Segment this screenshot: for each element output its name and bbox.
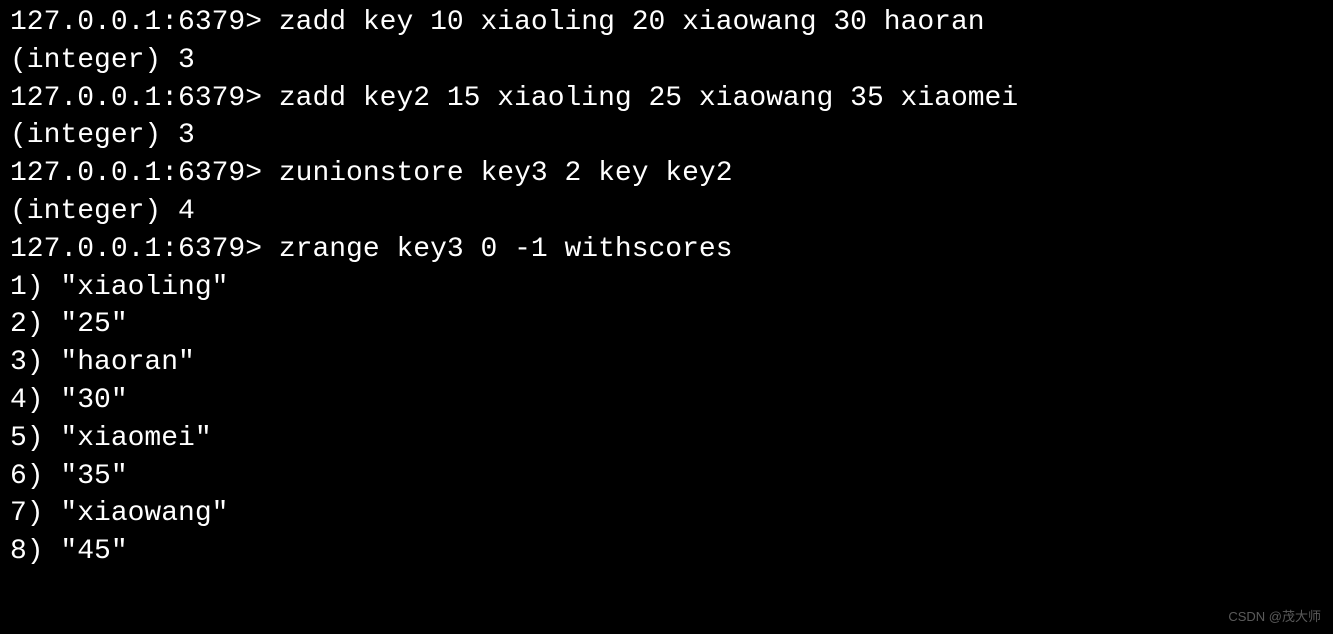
watermark-text: CSDN @茂大师 bbox=[1228, 608, 1321, 626]
terminal-command-text: zadd key 10 xiaoling 20 xiaowang 30 haor… bbox=[279, 7, 985, 38]
terminal-output-text: (integer) 3 bbox=[10, 120, 195, 151]
terminal-output-text: 2) "25" bbox=[10, 309, 128, 340]
terminal-output[interactable]: 127.0.0.1:6379> zadd key 10 xiaoling 20 … bbox=[10, 4, 1323, 571]
terminal-output-line: 4) "30" bbox=[10, 382, 1323, 420]
terminal-output-line: 2) "25" bbox=[10, 306, 1323, 344]
terminal-command-line: 127.0.0.1:6379> zadd key 10 xiaoling 20 … bbox=[10, 4, 1323, 42]
terminal-output-text: 7) "xiaowang" bbox=[10, 498, 228, 529]
terminal-output-line: 6) "35" bbox=[10, 458, 1323, 496]
terminal-output-text: 6) "35" bbox=[10, 461, 128, 492]
terminal-command-line: 127.0.0.1:6379> zadd key2 15 xiaoling 25… bbox=[10, 80, 1323, 118]
terminal-command-text: zunionstore key3 2 key key2 bbox=[279, 158, 733, 189]
terminal-output-line: 8) "45" bbox=[10, 533, 1323, 571]
terminal-command-line: 127.0.0.1:6379> zunionstore key3 2 key k… bbox=[10, 155, 1323, 193]
terminal-output-text: 5) "xiaomei" bbox=[10, 423, 212, 454]
terminal-output-text: 1) "xiaoling" bbox=[10, 272, 228, 303]
terminal-prompt: 127.0.0.1:6379> bbox=[10, 234, 279, 265]
terminal-command-text: zadd key2 15 xiaoling 25 xiaowang 35 xia… bbox=[279, 83, 1018, 114]
terminal-output-text: (integer) 4 bbox=[10, 196, 195, 227]
terminal-prompt: 127.0.0.1:6379> bbox=[10, 7, 279, 38]
terminal-command-line: 127.0.0.1:6379> zrange key3 0 -1 withsco… bbox=[10, 231, 1323, 269]
terminal-output-line: (integer) 4 bbox=[10, 193, 1323, 231]
terminal-output-line: 1) "xiaoling" bbox=[10, 269, 1323, 307]
terminal-output-text: (integer) 3 bbox=[10, 45, 195, 76]
terminal-output-text: 8) "45" bbox=[10, 536, 128, 567]
terminal-output-line: 3) "haoran" bbox=[10, 344, 1323, 382]
terminal-output-line: (integer) 3 bbox=[10, 42, 1323, 80]
terminal-output-text: 3) "haoran" bbox=[10, 347, 195, 378]
terminal-output-line: (integer) 3 bbox=[10, 117, 1323, 155]
terminal-prompt: 127.0.0.1:6379> bbox=[10, 83, 279, 114]
terminal-output-text: 4) "30" bbox=[10, 385, 128, 416]
terminal-output-line: 7) "xiaowang" bbox=[10, 495, 1323, 533]
terminal-command-text: zrange key3 0 -1 withscores bbox=[279, 234, 733, 265]
terminal-prompt: 127.0.0.1:6379> bbox=[10, 158, 279, 189]
terminal-output-line: 5) "xiaomei" bbox=[10, 420, 1323, 458]
